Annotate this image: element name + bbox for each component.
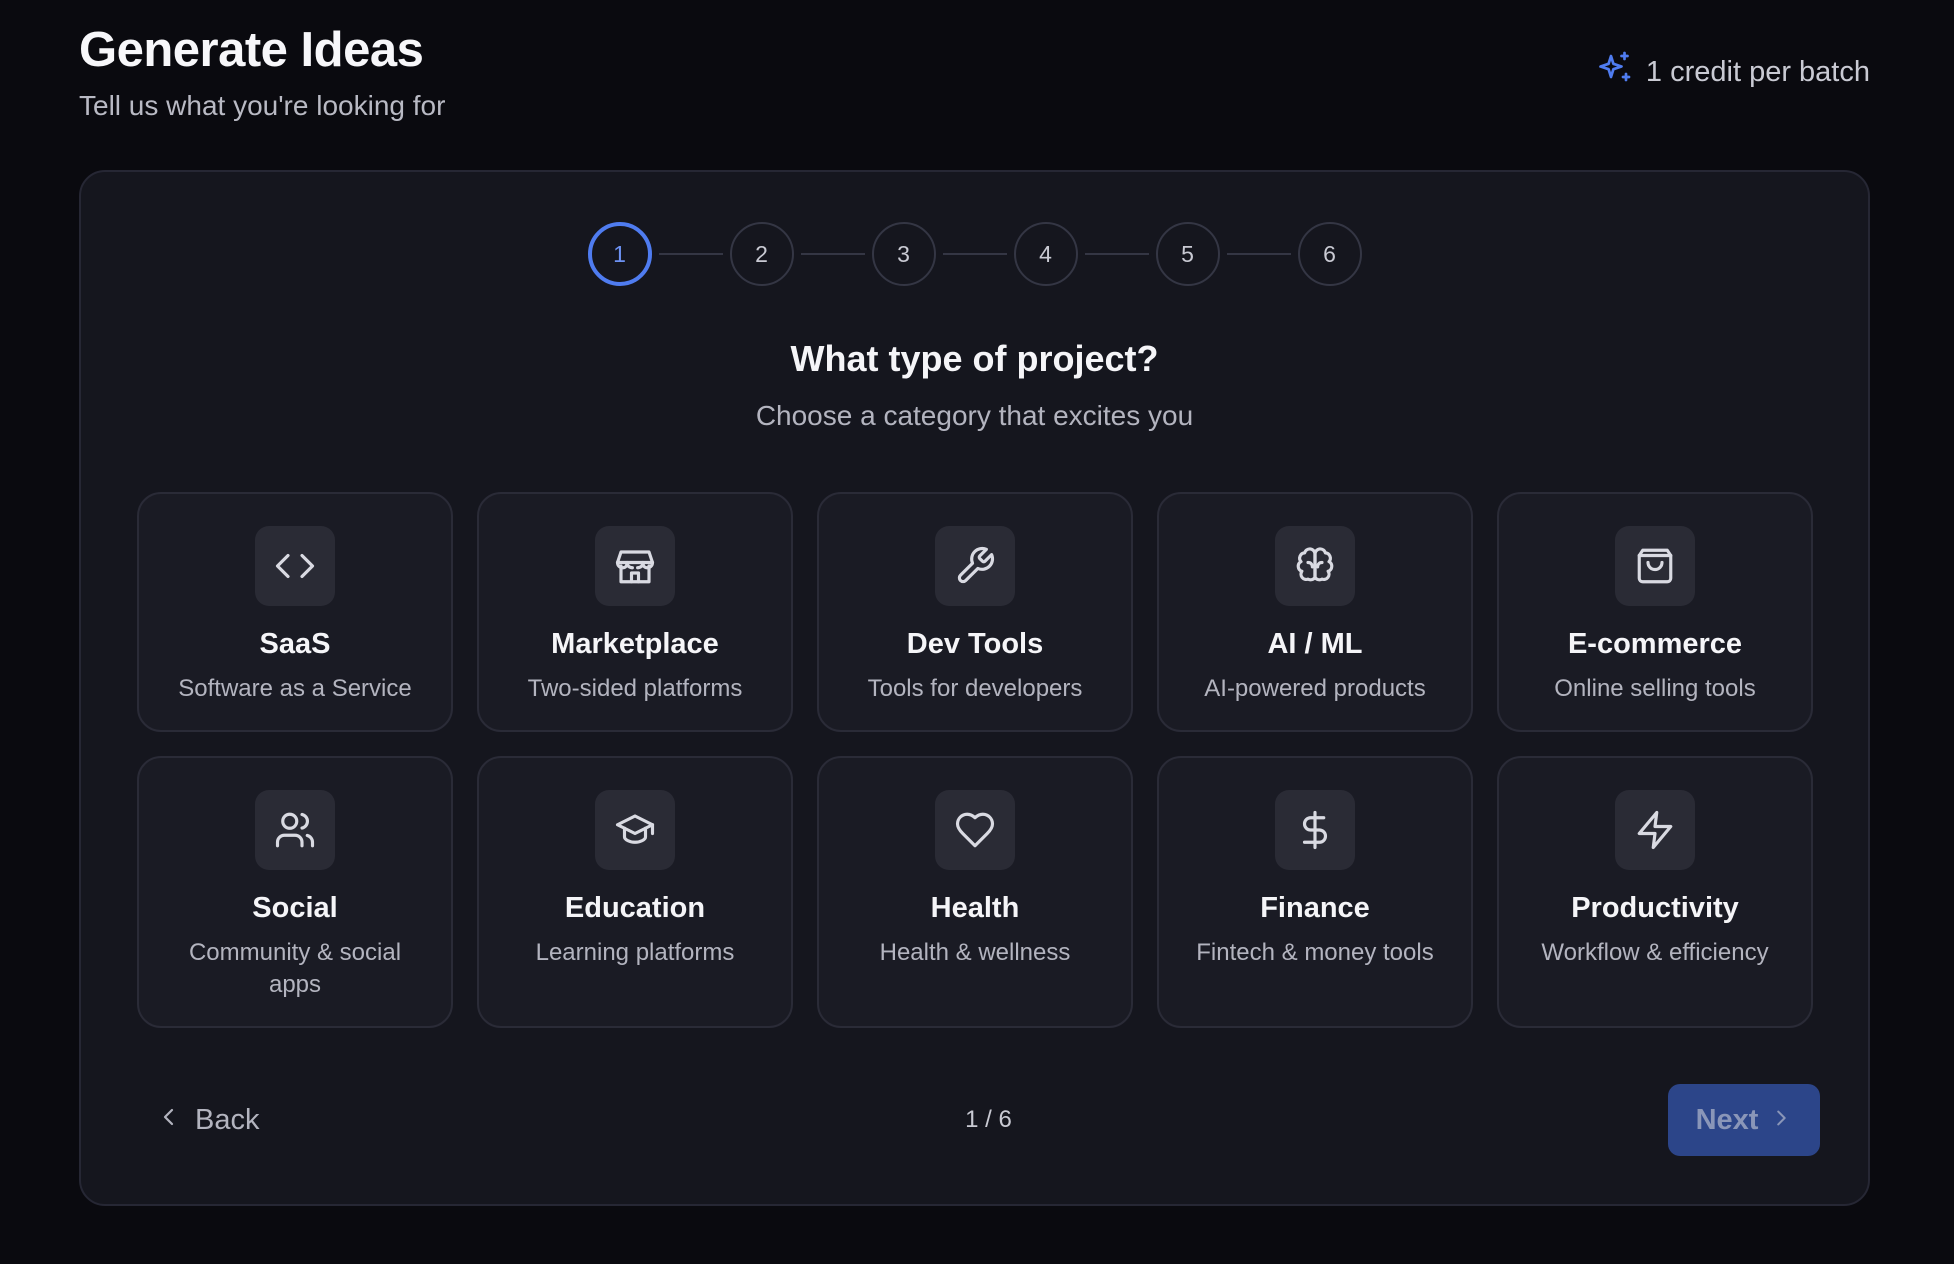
sparkles-icon xyxy=(1596,50,1632,94)
category-marketplace[interactable]: Marketplace Two-sided platforms xyxy=(477,492,793,732)
category-finance[interactable]: Finance Fintech & money tools xyxy=(1157,756,1473,1028)
step-connector xyxy=(1226,253,1291,255)
step-connector xyxy=(942,253,1007,255)
category-name: Dev Tools xyxy=(906,628,1044,660)
step-connector xyxy=(1084,253,1149,255)
category-name: Finance xyxy=(1260,892,1370,924)
next-label: Next xyxy=(1695,1103,1759,1136)
step-6[interactable]: 6 xyxy=(1297,222,1362,286)
lightning-icon xyxy=(1615,790,1695,870)
step-connector xyxy=(800,253,865,255)
heart-icon xyxy=(935,790,1015,870)
category-dev-tools[interactable]: Dev Tools Tools for developers xyxy=(817,492,1133,732)
credit-text: 1 credit per batch xyxy=(1645,55,1870,88)
code-icon xyxy=(255,526,335,606)
page-indicator: 1 / 6 xyxy=(965,1106,1012,1133)
step-connector xyxy=(658,253,723,255)
category-name: Productivity xyxy=(1571,892,1739,924)
chevron-left-icon xyxy=(157,1104,181,1137)
page-header: Generate Ideas Tell us what you're looki… xyxy=(79,22,1870,122)
page-subtitle: Tell us what you're looking for xyxy=(79,90,446,121)
chevron-right-icon xyxy=(1770,1104,1792,1137)
category-desc: Learning platforms xyxy=(535,939,735,966)
category-grid: SaaS Software as a Service Marketplace T… xyxy=(137,492,1816,1028)
next-button[interactable]: Next xyxy=(1668,1084,1820,1156)
category-ai-ml[interactable]: AI / ML AI-powered products xyxy=(1157,492,1473,732)
step-2[interactable]: 2 xyxy=(729,222,794,286)
wrench-icon xyxy=(935,526,1015,606)
stepper: 1 2 3 4 5 6 xyxy=(81,222,1868,286)
category-name: E-commerce xyxy=(1567,628,1743,660)
category-productivity[interactable]: Productivity Workflow & efficiency xyxy=(1497,756,1813,1028)
dollar-icon xyxy=(1275,790,1355,870)
category-desc: AI-powered products xyxy=(1204,675,1426,702)
credit-info: 1 credit per batch xyxy=(1596,50,1870,94)
generate-ideas-page: Generate Ideas Tell us what you're looki… xyxy=(0,0,1954,1264)
category-desc: Software as a Service xyxy=(178,675,412,702)
back-button[interactable]: Back xyxy=(157,1084,259,1156)
question-hint: Choose a category that excites you xyxy=(755,400,1194,431)
category-name: Social xyxy=(252,892,338,924)
wizard-card: 1 2 3 4 5 6 What type of project? Choose… xyxy=(79,170,1870,1206)
category-name: Health xyxy=(930,892,1020,924)
category-education[interactable]: Education Learning platforms xyxy=(477,756,793,1028)
category-name: SaaS xyxy=(259,628,331,660)
category-desc: Workflow & efficiency xyxy=(1541,939,1769,966)
step-3[interactable]: 3 xyxy=(871,222,936,286)
category-desc: Two-sided platforms xyxy=(527,675,743,702)
category-name: Education xyxy=(564,892,706,924)
category-name: AI / ML xyxy=(1267,628,1363,660)
category-desc: Tools for developers xyxy=(867,675,1083,702)
shopping-bag-icon xyxy=(1615,526,1695,606)
category-health[interactable]: Health Health & wellness xyxy=(817,756,1133,1028)
graduation-cap-icon xyxy=(595,790,675,870)
category-desc: Community & social apps xyxy=(188,939,402,998)
category-social[interactable]: Social Community & social apps xyxy=(137,756,453,1028)
step-4[interactable]: 4 xyxy=(1013,222,1078,286)
users-icon xyxy=(255,790,335,870)
step-1[interactable]: 1 xyxy=(587,222,652,286)
category-desc: Fintech & money tools xyxy=(1196,939,1434,966)
category-desc: Health & wellness xyxy=(879,939,1071,966)
question-title: What type of project? xyxy=(790,338,1159,379)
wizard-footer: 1 / 6 Back Next xyxy=(157,1084,1820,1156)
step-5[interactable]: 5 xyxy=(1155,222,1220,286)
store-icon xyxy=(595,526,675,606)
category-name: Marketplace xyxy=(551,628,719,660)
category-saas[interactable]: SaaS Software as a Service xyxy=(137,492,453,732)
category-desc: Online selling tools xyxy=(1554,675,1756,702)
category-e-commerce[interactable]: E-commerce Online selling tools xyxy=(1497,492,1813,732)
brain-icon xyxy=(1275,526,1355,606)
back-label: Back xyxy=(195,1103,260,1136)
